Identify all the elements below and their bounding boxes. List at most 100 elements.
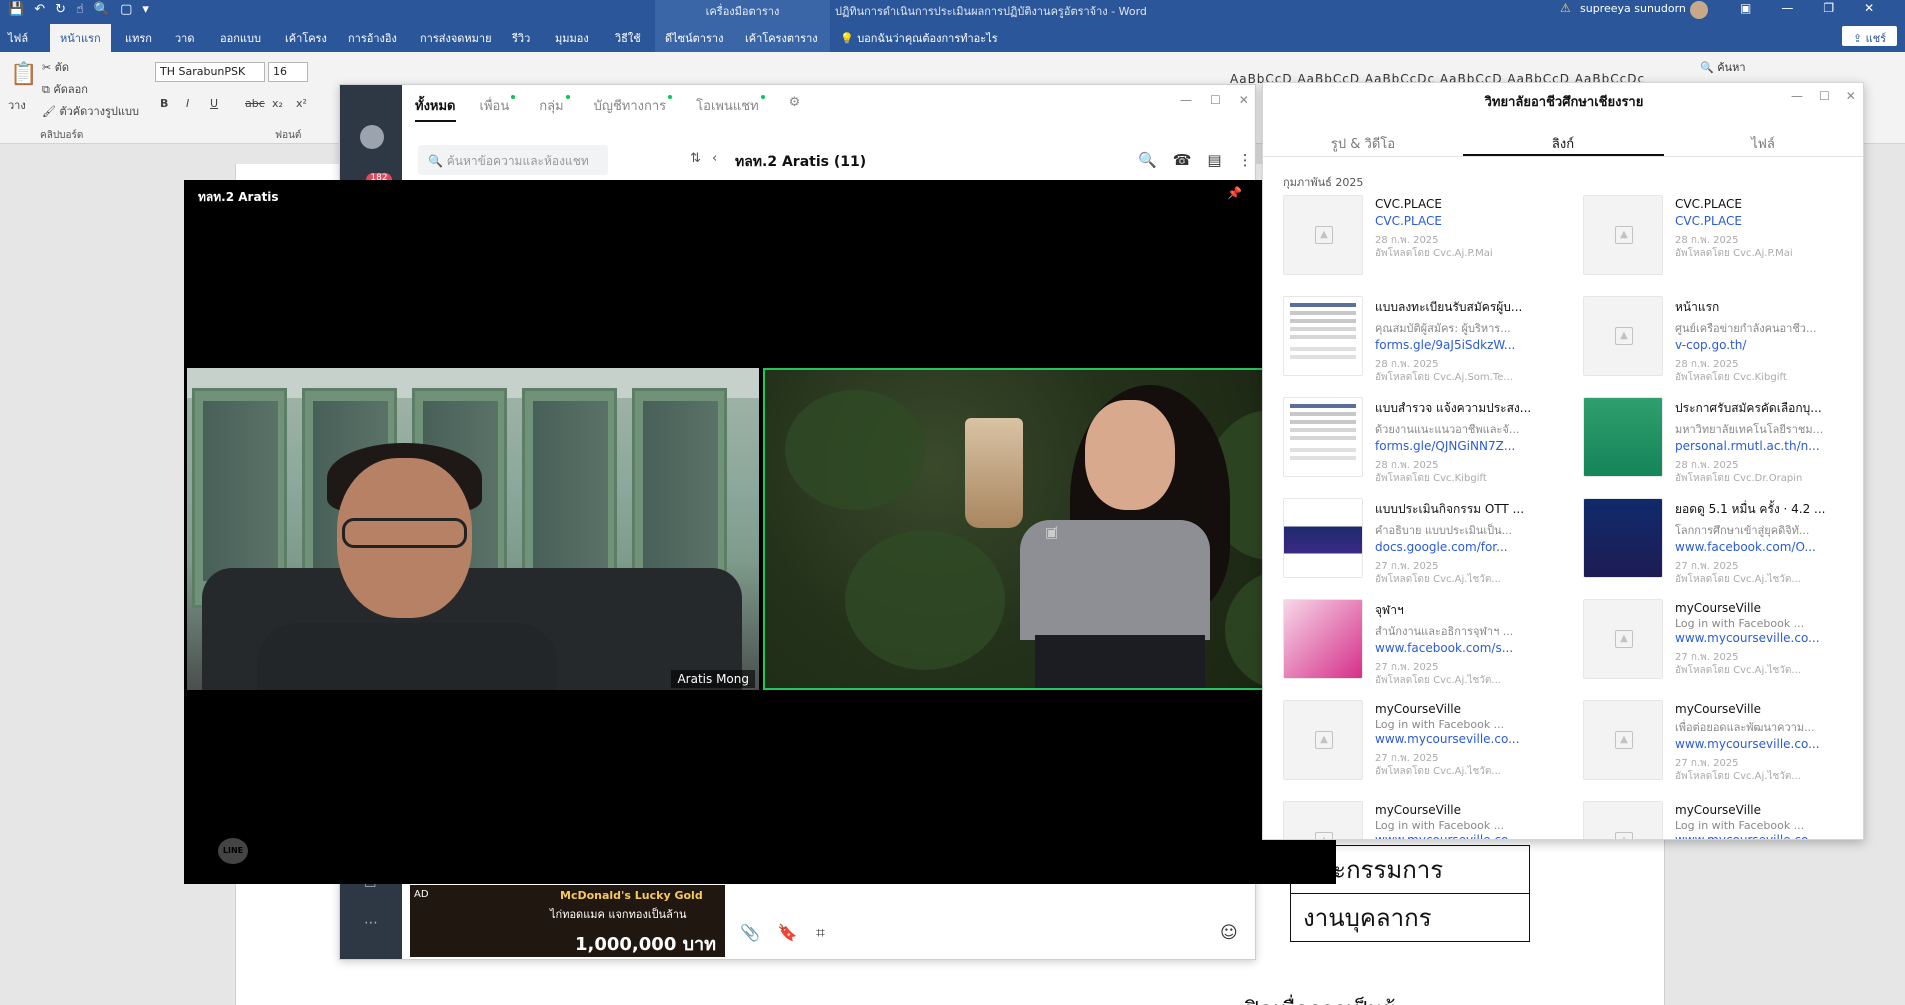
redo-icon[interactable]: ↻: [55, 2, 66, 17]
menu-icon[interactable]: ⋮: [1238, 151, 1253, 169]
strikethrough-button[interactable]: abc: [245, 97, 265, 110]
tab-friends[interactable]: เพื่อน: [480, 95, 516, 122]
tab-draw[interactable]: วาด: [175, 29, 195, 47]
touch-mode-icon[interactable]: ☝: [76, 2, 84, 17]
font-name-box[interactable]: TH SarabunPSK: [155, 62, 265, 82]
link-item[interactable]: ▲ CVC.PLACE CVC.PLACE 28 ก.พ. 2025 อัพโหลดโด…: [1283, 195, 1553, 280]
link-item[interactable]: แบบลงทะเบียนรับสมัครผู้บ... คุณสมบัติผู้ส…: [1283, 296, 1555, 383]
underline-button[interactable]: U: [210, 97, 218, 110]
format-painter-button[interactable]: 🖌 ตัวคัดวางรูปแบบ: [42, 102, 139, 120]
tab-layout[interactable]: เค้าโครง: [285, 29, 327, 47]
call-icon[interactable]: ☎: [1173, 151, 1192, 169]
link-url[interactable]: www.mycourseville.co...: [1675, 737, 1855, 751]
minimize-icon[interactable]: —: [1791, 89, 1803, 103]
link-item[interactable]: ▲ myCourseVille Log in with Facebook ...ww…: [1283, 700, 1553, 785]
tab-photos-videos[interactable]: รูป & วิดีโอ: [1263, 133, 1463, 154]
search-icon[interactable]: 🔍: [1138, 151, 1157, 169]
link-url[interactable]: personal.rmutl.ac.th/n...: [1675, 439, 1855, 453]
tab-home[interactable]: หน้าแรก: [50, 24, 111, 52]
tab-insert[interactable]: แทรก: [125, 29, 152, 47]
paste-label[interactable]: วาง: [8, 96, 26, 114]
participant-video[interactable]: Aratis Mong: [187, 368, 759, 690]
font-size-box[interactable]: 16: [268, 62, 308, 82]
tab-links[interactable]: ลิงก์: [1463, 133, 1663, 154]
link-url[interactable]: www.facebook.com/s...: [1375, 641, 1555, 655]
emoji-icon[interactable]: ☺: [1220, 923, 1238, 943]
link-item[interactable]: ยอดดู 5.1 หมื่น ครั้ง · 4.2 ... โลกการศึก…: [1583, 498, 1855, 585]
link-url[interactable]: forms.gle/9aJ5iSdkzW...: [1375, 338, 1555, 352]
close-icon[interactable]: ✕: [1239, 93, 1249, 107]
profile-avatar[interactable]: [360, 125, 384, 149]
filter-icon[interactable]: ⚙: [789, 95, 801, 122]
link-url[interactable]: www.mycourseville.co...: [1375, 833, 1555, 839]
link-item[interactable]: ▲ myCourseVille Log in with Facebook ...ww…: [1283, 801, 1555, 839]
self-video[interactable]: ▣̸: [763, 368, 1336, 690]
link-url[interactable]: www.facebook.com/O...: [1675, 540, 1855, 554]
link-url[interactable]: CVC.PLACE: [1375, 214, 1555, 228]
tell-me-search[interactable]: 💡 บอกฉันว่าคุณต้องการทำอะไร: [840, 29, 998, 47]
customize-qa-icon[interactable]: ▾: [142, 2, 149, 17]
pin-icon[interactable]: 📌: [1227, 186, 1242, 200]
link-url[interactable]: www.mycourseville.co...: [1375, 732, 1555, 746]
print-preview-icon[interactable]: 🔍: [94, 2, 110, 17]
link-item[interactable]: ▲ myCourseVille Log in with Facebook ...ww…: [1583, 599, 1853, 684]
tab-view[interactable]: มุมมอง: [555, 29, 589, 47]
link-url[interactable]: v-cop.go.th/: [1675, 338, 1855, 352]
warning-icon[interactable]: ⚠: [1560, 1, 1571, 15]
link-item[interactable]: แบบประเมินกิจกรรม OTT ... คำอธิบาย แบบประ…: [1283, 498, 1555, 585]
subscript-button[interactable]: x₂: [272, 97, 283, 110]
tab-groups[interactable]: กลุ่ม: [539, 95, 570, 122]
link-url[interactable]: docs.google.com/for...: [1375, 540, 1555, 554]
link-item[interactable]: ▲ CVC.PLACE CVC.PLACE 28 ก.พ. 2025 อัพโหลดโด…: [1583, 195, 1853, 280]
ribbon-display-icon[interactable]: ▣: [1740, 1, 1751, 15]
tab-mailings[interactable]: การส่งจดหมาย: [420, 29, 492, 47]
tab-table-design[interactable]: ดีไซน์ตาราง: [665, 29, 723, 47]
ad-banner[interactable]: AD McDonald's Lucky Gold ไก่ทอดแมค แจกทอ…: [410, 885, 725, 957]
tab-help[interactable]: วิธีใช้: [615, 29, 641, 47]
table-cell[interactable]: งานบุคลากร: [1290, 893, 1530, 942]
cut-button[interactable]: ✂ ตัด: [42, 58, 69, 76]
bookmark-icon[interactable]: 🔖: [778, 923, 798, 943]
share-button[interactable]: ⇪ แชร์: [1842, 26, 1897, 46]
tab-review[interactable]: รีวิว: [512, 29, 530, 47]
link-item[interactable]: ▲ myCourseVille Log in with Facebook ...ww…: [1583, 801, 1855, 839]
screenshot-icon[interactable]: ⌗: [816, 923, 825, 943]
link-url[interactable]: CVC.PLACE: [1675, 214, 1855, 228]
link-url[interactable]: www.mycourseville.co...: [1675, 833, 1855, 839]
restore-icon[interactable]: ❐: [1823, 1, 1834, 15]
tab-openchat[interactable]: โอเพนแชท: [696, 95, 765, 122]
italic-button[interactable]: I: [186, 97, 189, 110]
sort-icon[interactable]: ⇅: [690, 151, 701, 166]
link-item[interactable]: จุฬาฯ สำนักงานและอธิการจุฬาฯ ... www.faceb…: [1283, 599, 1555, 686]
tab-file[interactable]: ไฟล์: [8, 29, 28, 47]
find-button[interactable]: 🔍 ค้นหา: [1700, 58, 1746, 76]
link-item[interactable]: ▲ หน้าแรก ศูนย์เครือข่ายกำลังคนอาชีว... v-c…: [1583, 296, 1855, 383]
bold-button[interactable]: B: [160, 97, 168, 110]
link-url[interactable]: www.mycourseville.co...: [1675, 631, 1855, 645]
minimize-icon[interactable]: —: [1781, 1, 1793, 15]
tab-table-layout[interactable]: เค้าโครงตาราง: [745, 29, 818, 47]
new-doc-icon[interactable]: ▢: [120, 2, 132, 17]
paste-icon[interactable]: 📋: [10, 62, 37, 87]
more-icon[interactable]: ⋯: [364, 915, 378, 931]
collapse-icon[interactable]: ‹: [712, 151, 717, 166]
link-item[interactable]: แบบสำรวจ แจ้งความประสง... ด้วยงานแนะแนวอา…: [1283, 397, 1555, 484]
chat-search-input[interactable]: 🔍 ค้นหาข้อความและห้องแชท: [418, 145, 608, 175]
attach-icon[interactable]: 📎: [740, 923, 760, 943]
tab-design[interactable]: ออกแบบ: [220, 29, 261, 47]
close-icon[interactable]: ✕: [1846, 89, 1856, 103]
user-name[interactable]: supreeya sunudorn: [1580, 2, 1686, 15]
tab-files[interactable]: ไฟล์: [1663, 133, 1863, 154]
tab-all[interactable]: ทั้งหมด: [415, 95, 456, 122]
maximize-icon[interactable]: ☐: [1819, 89, 1830, 103]
undo-icon[interactable]: ↶: [34, 2, 45, 17]
minimize-icon[interactable]: —: [1180, 93, 1192, 107]
tab-references[interactable]: การอ้างอิง: [348, 29, 397, 47]
save-icon[interactable]: 💾: [8, 2, 24, 17]
superscript-button[interactable]: x²: [296, 97, 307, 110]
link-item[interactable]: ประกาศรับสมัครคัดเลือกบุ... มหาวิทยาลัยเท…: [1583, 397, 1855, 484]
notes-icon[interactable]: ▤: [1207, 151, 1221, 169]
link-url[interactable]: forms.gle/QJNGiNN7Z...: [1375, 439, 1555, 453]
tab-official[interactable]: บัญชีทางการ: [594, 95, 673, 122]
close-icon[interactable]: ✕: [1864, 1, 1874, 15]
